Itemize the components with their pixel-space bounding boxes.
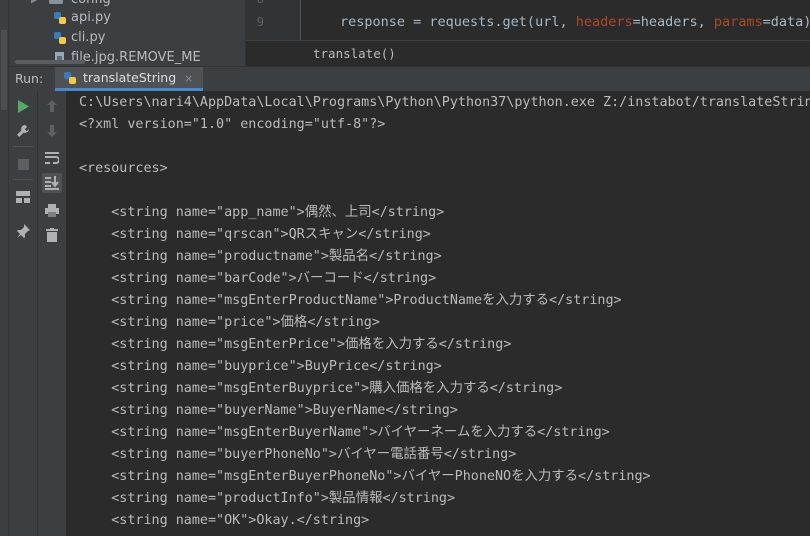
line-gutter: 8 9 [246,0,301,40]
pin-icon [17,224,30,238]
breadcrumb-function[interactable]: translate() [313,46,396,61]
run-toolbar-primary [9,91,38,536]
console-line: <string name="barCode">バーコード</string> [79,271,437,286]
console-line: <string name="qrscan">QRスキャン</string> [79,227,431,242]
console-command-line: C:\Users\nari4\AppData\Local\Programs\Py… [79,95,810,110]
console-line: <string name="price">価格</string> [79,315,380,330]
console-output[interactable]: C:\Users\nari4\AppData\Local\Programs\Py… [67,91,810,536]
code-editor[interactable]: 8 9 response = requests.get(url, headers… [246,0,810,40]
edit-config-button[interactable] [13,121,33,141]
prev-occurrence-button[interactable] [42,96,62,116]
play-icon [18,99,29,113]
print-icon [45,203,59,217]
soft-wrap-button[interactable] [42,148,62,168]
console-line: <string name="buyerPhoneNo">バイヤー電話番号</st… [79,447,517,462]
console-line: <string name="buyerName">BuyerName</stri… [79,403,458,418]
breadcrumb[interactable]: translate() [246,40,810,67]
clear-all-button[interactable] [42,225,62,245]
tree-item-cli-py[interactable]: cli.py [9,28,245,48]
code-line: response = requests.get(url, headers=hea… [340,14,810,30]
run-toolbar-secondary [38,91,67,536]
horizontal-scrollbar[interactable] [9,60,245,64]
console-line: <string name="OK">Okay.</string> [79,513,370,528]
layout-icon [16,191,30,203]
console-line: <string name="msgEnterBuyprice">購入価格を入力す… [79,381,563,396]
tree-item-api-py[interactable]: api.py [9,8,245,28]
trash-icon [46,228,58,242]
structure-tab[interactable] [1,30,7,110]
python-file-icon [54,12,66,24]
console-line: <string name="app_name">偶然、上司</string> [79,205,445,220]
pin-tab-button[interactable] [13,221,33,241]
console-line: <?xml version="1.0" encoding="utf-8"?> [79,117,386,132]
wrench-icon [17,125,29,137]
rerun-button[interactable] [13,96,33,116]
run-tool-header: Run: translateString × [9,66,810,92]
layout-button[interactable] [13,187,33,207]
python-file-icon [54,32,66,44]
stop-button[interactable] [13,154,33,174]
close-icon[interactable]: × [184,72,193,85]
console-line: <string name="msgEnterBuyerPhoneNo">バイヤー… [79,469,651,484]
console-line: <string name="productInfo">製品情報</string> [79,491,456,506]
console-line: <string name="msgEnterBuyerName">バイヤーネーム… [79,425,610,440]
console-line: <string name="buyprice">BuyPrice</string… [79,359,442,374]
console-line: <string name="productname">製品名</string> [79,249,442,264]
run-label: Run: [15,71,44,86]
stop-icon [17,158,29,170]
console-line: <resources> [79,161,168,176]
project-tree: ▶ config api.py cli.py file.jpg.REMOVE_M… [9,0,246,66]
left-tool-strip [0,0,9,536]
up-arrow-icon [47,100,57,112]
print-button[interactable] [42,200,62,220]
scroll-to-end-icon [45,176,59,190]
folder-icon [49,0,63,4]
console-line: <string name="msgEnterPrice">価格を入力する</st… [79,337,512,352]
console-line: <string name="msgEnterProductName">Produ… [79,293,622,308]
next-occurrence-button[interactable] [42,121,62,141]
run-tab-translateString[interactable]: translateString × [55,67,204,91]
soft-wrap-icon [45,152,59,164]
scroll-to-end-button[interactable] [42,173,62,193]
down-arrow-icon [47,125,57,137]
python-icon [64,72,76,84]
